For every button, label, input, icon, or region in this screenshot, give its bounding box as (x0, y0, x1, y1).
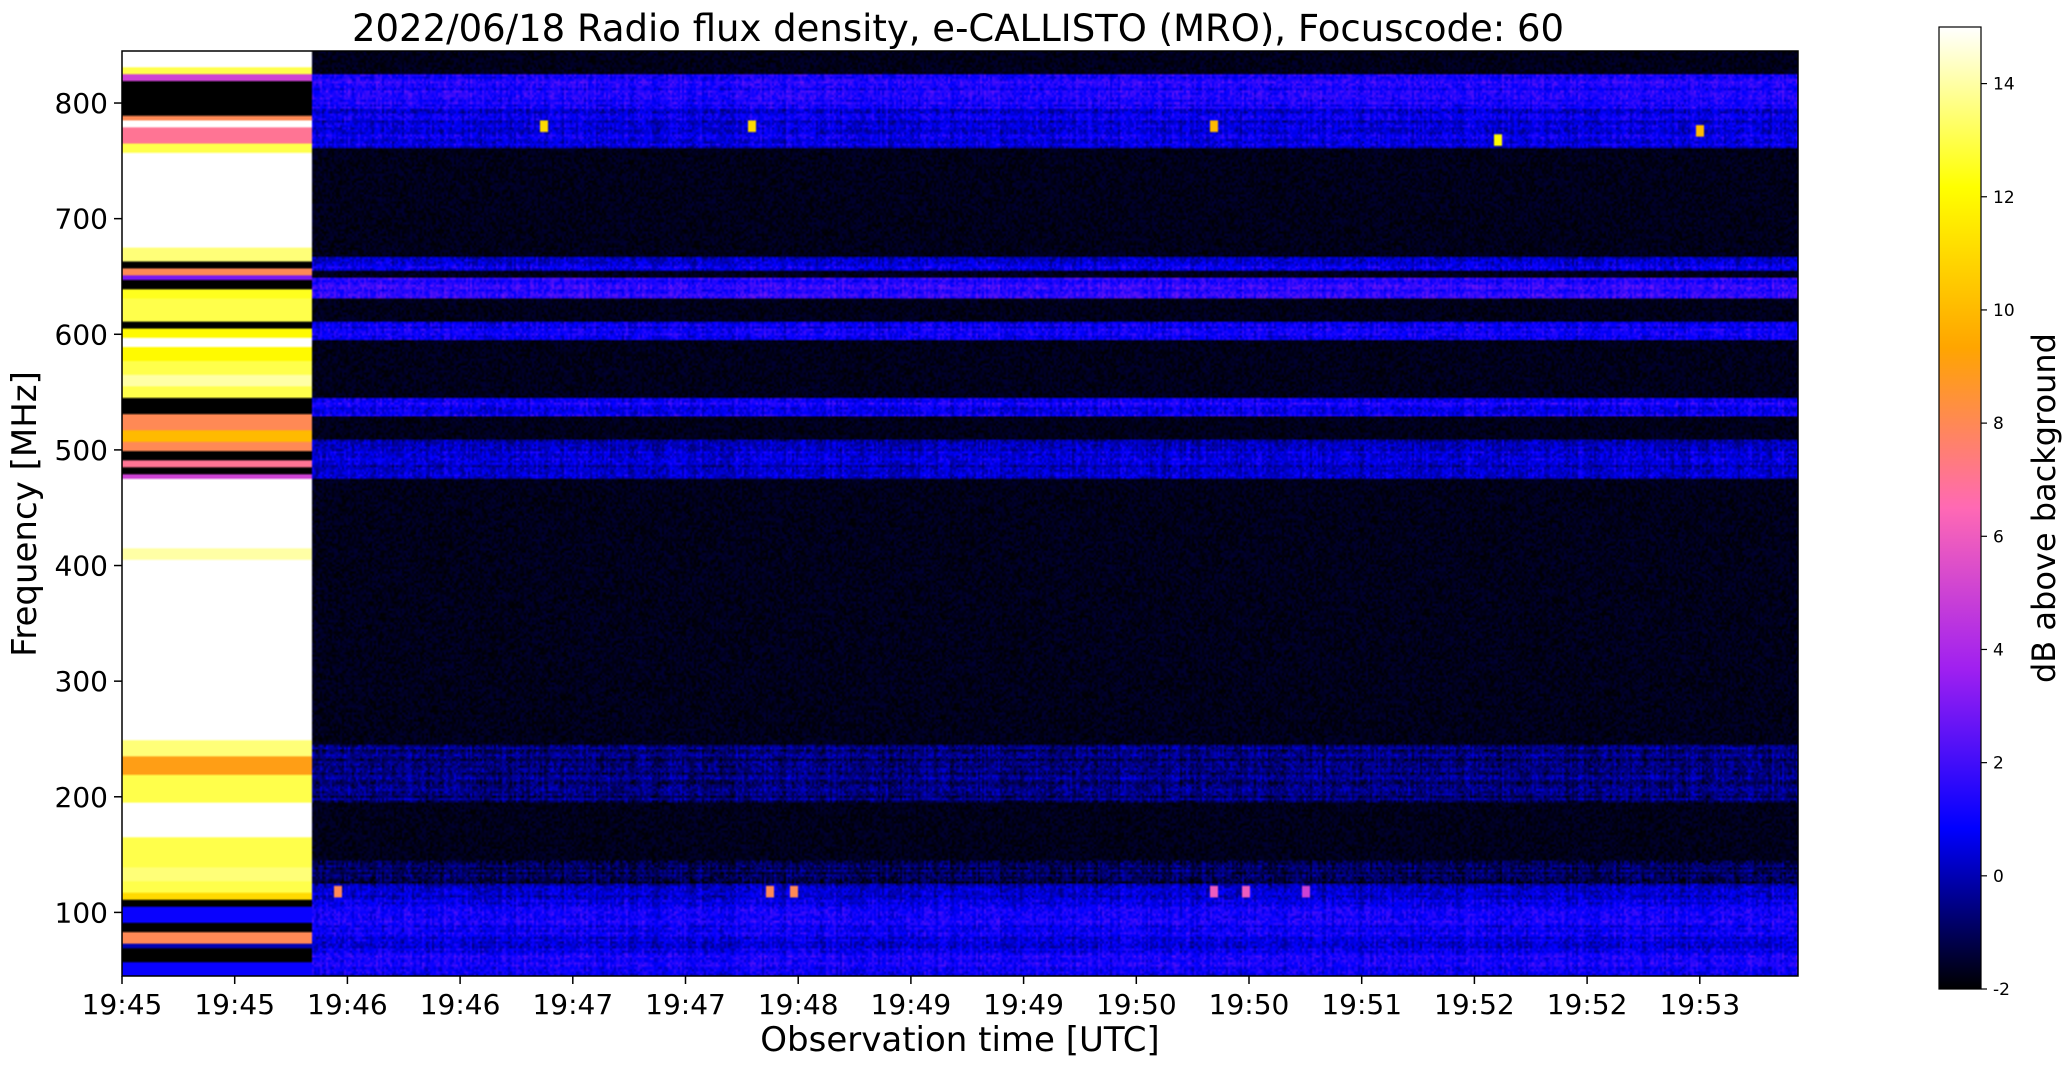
x-tick-label: 19:47 (532, 988, 613, 1021)
colorbar-tick-label: 8 (1993, 414, 2004, 434)
colorbar-tick-label: 14 (1993, 75, 2015, 95)
x-tick-label: 19:51 (1321, 988, 1402, 1021)
spectrogram-figure: 2022/06/18 Radio flux density, e-CALLIST… (5, 7, 2063, 1060)
x-tick-label: 19:49 (871, 988, 952, 1021)
colorbar-ticks: -2 0 2 4 6 8 10 12 14 (1981, 75, 2015, 1000)
spectrogram-heatmap (122, 51, 1798, 976)
colorbar-tick-label: 4 (1993, 640, 2004, 660)
x-tick-label: 19:49 (983, 988, 1064, 1021)
y-tick-label: 300 (55, 665, 108, 698)
x-tick-label: 19:53 (1659, 988, 1740, 1021)
spectrogram-plot (121, 50, 1799, 977)
colorbar-tick-label: 0 (1993, 867, 2004, 887)
y-axis-ticks: 100 200 300 400 500 600 700 800 (55, 87, 122, 929)
colorbar-tick-label: 6 (1993, 527, 2004, 547)
x-tick-label: 19:46 (420, 988, 501, 1021)
x-tick-label: 19:45 (82, 988, 163, 1021)
colorbar-tick-label: 12 (1993, 188, 2015, 208)
y-tick-label: 800 (55, 87, 108, 120)
y-axis-label: Frequency [MHz] (5, 371, 45, 657)
x-tick-label: 19:46 (307, 988, 388, 1021)
y-tick-label: 700 (55, 203, 108, 236)
x-tick-label: 19:52 (1547, 988, 1628, 1021)
y-tick-label: 400 (55, 550, 108, 583)
x-tick-label: 19:47 (645, 988, 726, 1021)
colorbar-label: dB above background (2025, 333, 2063, 683)
x-axis-label: Observation time [UTC] (760, 1020, 1159, 1060)
x-tick-label: 19:50 (1209, 988, 1290, 1021)
x-tick-label: 19:50 (1096, 988, 1177, 1021)
colorbar-tick-label: 2 (1993, 754, 2004, 774)
y-tick-label: 600 (55, 318, 108, 351)
x-tick-label: 19:45 (194, 988, 275, 1021)
colorbar-tick-label: 10 (1993, 301, 2015, 321)
y-tick-label: 200 (55, 781, 108, 814)
x-axis-ticks: 19:45 19:45 19:46 19:46 19:47 19:47 19:48 19:49… (82, 976, 1740, 1021)
y-tick-label: 500 (55, 434, 108, 467)
x-tick-label: 19:52 (1434, 988, 1515, 1021)
x-tick-label: 19:48 (758, 988, 839, 1021)
colorbar-gradient (1938, 26, 1982, 990)
colorbar-tick-label: -2 (1993, 980, 2010, 1000)
colorbar: -2 0 2 4 6 8 10 12 14 dB above background (1938, 26, 2063, 1000)
chart-title: 2022/06/18 Radio flux density, e-CALLIST… (352, 7, 1564, 50)
y-tick-label: 100 (55, 896, 108, 929)
